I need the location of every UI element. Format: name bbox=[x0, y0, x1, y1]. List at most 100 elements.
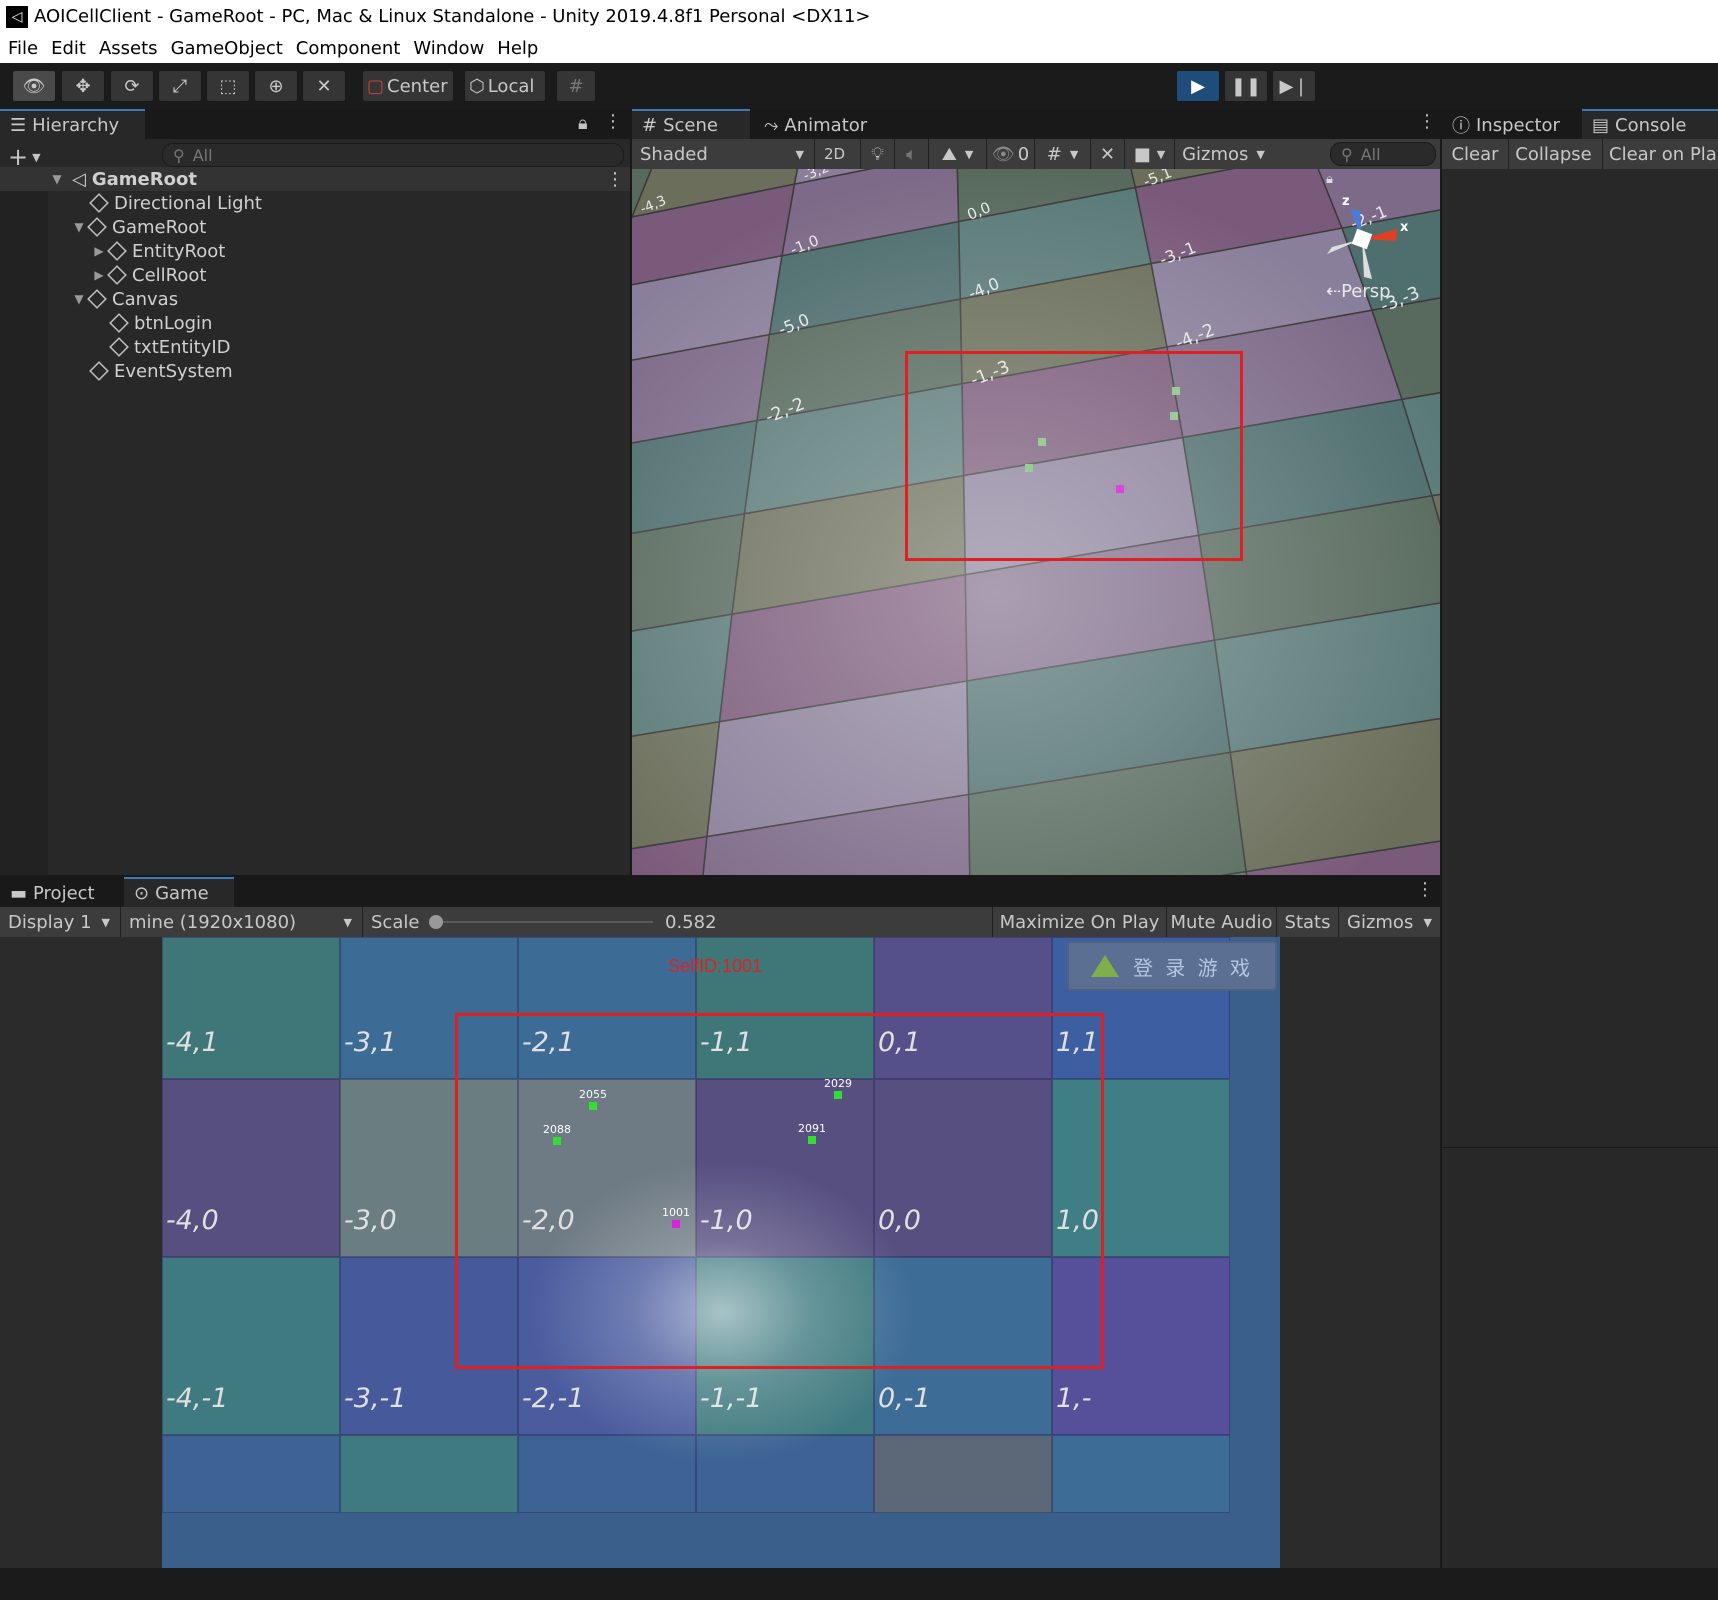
more-options-icon[interactable]: ⋮ bbox=[1416, 879, 1434, 900]
pivot-space-button[interactable]: ⬡ Local bbox=[464, 70, 546, 102]
scene-gizmos-dropdown[interactable]: Gizmos ▼ bbox=[1174, 139, 1272, 169]
tab-console[interactable]: ▤ Console bbox=[1582, 109, 1718, 139]
tab-hierarchy[interactable]: ☰ Hierarchy bbox=[0, 109, 145, 139]
audio-toggle[interactable]: 🔈︎ bbox=[894, 139, 928, 169]
console-clear-button[interactable]: Clear bbox=[1442, 139, 1508, 169]
stats-label: Stats bbox=[1284, 911, 1331, 933]
stats-toggle[interactable]: Stats bbox=[1276, 907, 1338, 937]
hierarchy-item-txtentityid[interactable]: txtEntityID bbox=[0, 335, 231, 359]
expand-arrow-icon[interactable]: ▼ bbox=[70, 292, 88, 306]
shading-mode-dropdown[interactable]: Shaded ▼ bbox=[632, 139, 812, 169]
lock-icon[interactable]: 🔒︎ bbox=[578, 113, 588, 134]
expand-arrow-icon[interactable]: ▼ bbox=[48, 172, 66, 186]
pause-button[interactable]: ❚❚ bbox=[1224, 70, 1268, 102]
display-dropdown[interactable]: Display 1 ▼ bbox=[0, 907, 118, 937]
more-options-icon[interactable]: ⋮ bbox=[606, 169, 624, 190]
menu-window[interactable]: Window bbox=[413, 38, 484, 59]
pivot-label: Center bbox=[387, 75, 448, 97]
tab-animator[interactable]: ⤳ Animator bbox=[754, 109, 884, 139]
rect-tool-button[interactable]: ⬚ bbox=[206, 70, 250, 102]
menu-edit[interactable]: Edit bbox=[51, 38, 86, 59]
view-tool-button[interactable]: 👁 bbox=[12, 70, 56, 102]
hierarchy-item-entityroot[interactable]: ▶ EntityRoot bbox=[0, 239, 225, 263]
effects-dropdown[interactable]: ⛰ ▼ bbox=[928, 139, 986, 169]
tools-toggle[interactable]: ✕ bbox=[1090, 139, 1124, 169]
game-grid-cell bbox=[696, 1435, 874, 1513]
hierarchy-item-eventsystem[interactable]: EventSystem bbox=[0, 359, 233, 383]
camera-dropdown[interactable]: ■ ▼ bbox=[1124, 139, 1174, 169]
hierarchy-item-btnlogin[interactable]: btnLogin bbox=[0, 311, 212, 335]
game-cell-label: -4,0 bbox=[166, 1205, 219, 1236]
scale-slider-track[interactable] bbox=[433, 921, 653, 923]
resolution-dropdown[interactable]: mine (1920x1080) ▼ bbox=[120, 907, 360, 937]
hierarchy-search-input[interactable]: ⚲ All bbox=[162, 143, 624, 167]
menu-help[interactable]: Help bbox=[497, 38, 538, 59]
rotate-tool-button[interactable]: ⟳ bbox=[110, 70, 154, 102]
tab-project[interactable]: ▬ Project bbox=[0, 877, 120, 907]
collapsed-arrow-icon[interactable]: ▶ bbox=[90, 244, 108, 258]
chevron-down-icon: ▼ bbox=[101, 915, 110, 929]
hierarchy-item-directional-light[interactable]: Directional Light bbox=[0, 191, 262, 215]
more-options-icon[interactable]: ⋮ bbox=[1418, 111, 1436, 132]
scale-tool-button[interactable]: ⤢ bbox=[158, 70, 202, 102]
game-gizmos-dropdown[interactable]: Gizmos ▼ bbox=[1338, 907, 1440, 937]
scene-viewport[interactable]: -4,3 -3,2 -1,0 0,0 -5,1 -5,0 -4,0 -3,-1 -2,-1 -2,… bbox=[632, 169, 1440, 875]
hierarchy-item-gameroot[interactable]: ▼ GameRoot bbox=[0, 215, 206, 239]
entity-marker bbox=[808, 1136, 816, 1144]
chevron-down-icon: ▼ bbox=[795, 147, 804, 161]
2d-toggle[interactable]: 2D bbox=[814, 139, 854, 169]
hierarchy-item-canvas[interactable]: ▼ Canvas bbox=[0, 287, 178, 311]
console-clear-on-play-button[interactable]: Clear on Pla bbox=[1602, 139, 1718, 169]
console-toolbar: Clear Collapse Clear on Pla bbox=[1442, 139, 1718, 169]
hidden-objects-toggle[interactable]: 👁︎ 0 bbox=[986, 139, 1034, 169]
collapsed-arrow-icon[interactable]: ▶ bbox=[90, 268, 108, 282]
rect-icon: ⬚ bbox=[219, 75, 237, 97]
console-collapse-button[interactable]: Collapse bbox=[1508, 139, 1598, 169]
mute-audio-toggle[interactable]: Mute Audio bbox=[1166, 907, 1276, 937]
step-icon: ▶❘ bbox=[1279, 75, 1309, 97]
game-grid-cell bbox=[162, 1435, 340, 1513]
gameobject-icon bbox=[89, 361, 109, 381]
scale-value: 0.582 bbox=[665, 911, 717, 933]
transform-tool-button[interactable]: ⊕ bbox=[254, 70, 298, 102]
tab-game[interactable]: ⊙ Game bbox=[124, 877, 234, 907]
persp-label[interactable]: ⇠Persp bbox=[1326, 281, 1391, 302]
console-log-area[interactable] bbox=[1442, 169, 1718, 1147]
chevron-down-icon: ▼ bbox=[1423, 915, 1432, 929]
menu-file[interactable]: File bbox=[8, 38, 38, 59]
tab-inspector[interactable]: ⓘ Inspector bbox=[1442, 109, 1580, 139]
orientation-gizmo[interactable]: z x bbox=[1312, 189, 1412, 289]
snap-button[interactable]: # bbox=[556, 70, 596, 102]
step-button[interactable]: ▶❘ bbox=[1272, 70, 1316, 102]
shading-label: Shaded bbox=[640, 143, 708, 165]
gizmo-lock-icon[interactable]: 🔒︎ bbox=[1326, 172, 1333, 187]
animator-tab-label: Animator bbox=[784, 114, 868, 136]
axis-gizmo-icon: z x bbox=[1327, 194, 1409, 279]
pivot-center-button[interactable]: ▢ Center bbox=[362, 70, 454, 102]
scale-slider-thumb[interactable] bbox=[429, 915, 443, 929]
folder-icon: ▬ bbox=[10, 882, 28, 904]
menu-gameobject[interactable]: GameObject bbox=[171, 38, 283, 59]
hierarchy-scene-row[interactable]: ▼ ◁ GameRoot ⋮ bbox=[0, 167, 630, 191]
scene-search-input[interactable]: ⚲ All bbox=[1330, 142, 1436, 166]
lighting-toggle[interactable]: 💡︎ bbox=[860, 139, 894, 169]
game-cell-label: 0,-1 bbox=[878, 1383, 931, 1414]
move-tool-button[interactable]: ✥ bbox=[61, 70, 105, 102]
play-button[interactable]: ▶ bbox=[1176, 70, 1220, 102]
item-label: CellRoot bbox=[132, 264, 207, 286]
menu-component[interactable]: Component bbox=[296, 38, 401, 59]
inspector-tab-label: Inspector bbox=[1476, 114, 1560, 136]
game-grid-cell bbox=[1052, 1435, 1230, 1513]
grid-dropdown[interactable]: # ▼ bbox=[1034, 139, 1090, 169]
more-options-icon[interactable]: ⋮ bbox=[604, 111, 622, 132]
menu-assets[interactable]: Assets bbox=[99, 38, 158, 59]
maximize-on-play-toggle[interactable]: Maximize On Play bbox=[992, 907, 1166, 937]
hierarchy-item-cellroot[interactable]: ▶ CellRoot bbox=[0, 263, 206, 287]
pause-icon: ❚❚ bbox=[1230, 75, 1262, 97]
login-button[interactable]: 登 录 游 戏 bbox=[1067, 941, 1277, 991]
tab-scene[interactable]: # Scene bbox=[632, 109, 750, 139]
game-viewport[interactable]: -4,1 -3,1 -2,1 -1,1 0,1 1,1 -4,0 -3,0 -2,0 -1,0 0,… bbox=[162, 937, 1280, 1568]
console-detail-area bbox=[1442, 1148, 1718, 1568]
custom-tool-button[interactable]: ✕ bbox=[302, 70, 346, 102]
expand-arrow-icon[interactable]: ▼ bbox=[70, 220, 88, 234]
